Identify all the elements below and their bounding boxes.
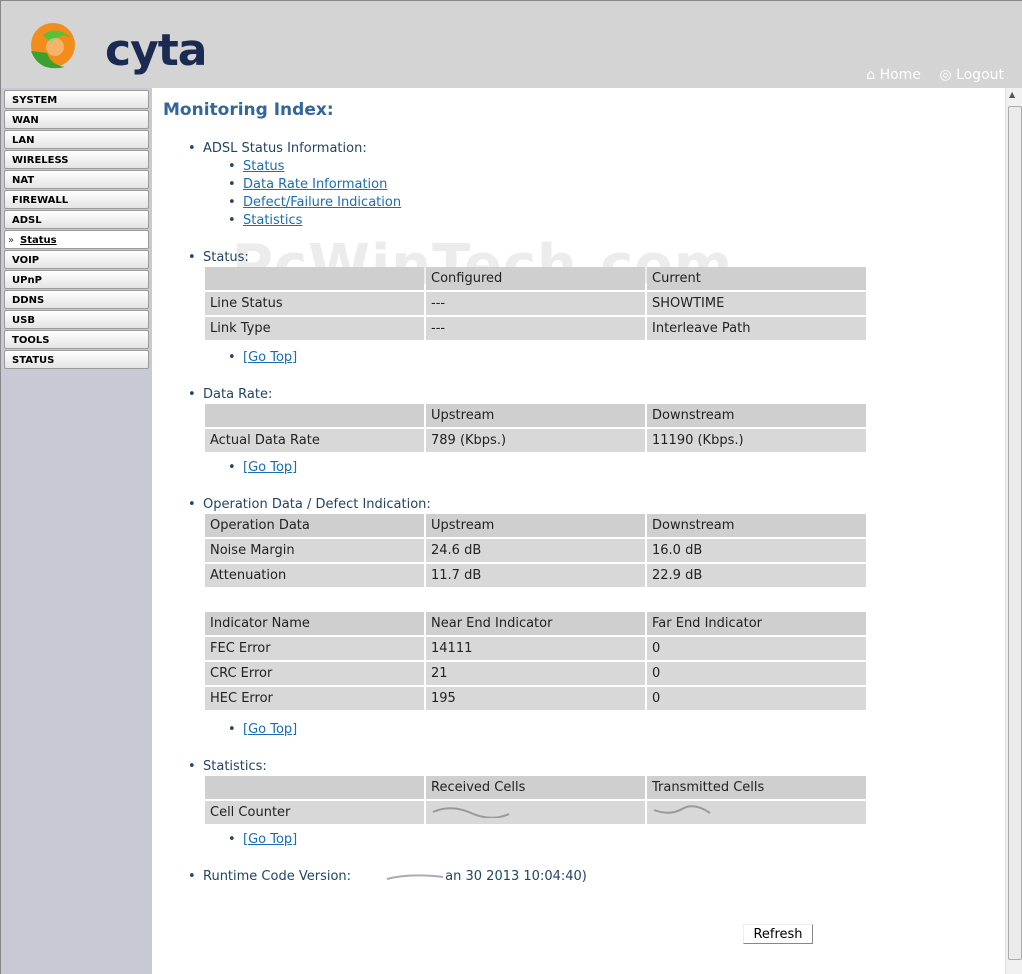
redacted-scribble-icon bbox=[386, 873, 444, 880]
sidebar-menu: SYSTEM WAN LAN WIRELESS NAT FIREWALL ADS… bbox=[0, 88, 152, 974]
table-row: Attenuation 11.7 dB 22.9 dB bbox=[205, 564, 866, 587]
status-table: Configured Current Line Status --- SHOWT… bbox=[203, 265, 868, 342]
redacted-scribble-icon bbox=[432, 806, 510, 819]
link-defect-failure[interactable]: Defect/Failure Indication bbox=[243, 195, 401, 210]
sidebar-item-wan[interactable]: WAN bbox=[4, 110, 149, 129]
sidebar-item-voip[interactable]: VOIP bbox=[4, 250, 149, 269]
vertical-scrollbar[interactable]: ▲ bbox=[1005, 88, 1022, 974]
statistics-table: Received Cells Transmitted Cells Cell Co… bbox=[203, 774, 868, 826]
go-top-status: • [Go Top] bbox=[228, 350, 298, 365]
logout-link[interactable]: ◎ Logout bbox=[939, 67, 1004, 83]
data-rate-heading: • Data Rate: bbox=[188, 387, 273, 402]
sidebar-item-ddns[interactable]: DDNS bbox=[4, 290, 149, 309]
cyta-logo: cyta bbox=[25, 15, 207, 77]
sidebar-item-nat[interactable]: NAT bbox=[4, 170, 149, 189]
runtime-label: Runtime Code Version: bbox=[203, 869, 352, 884]
sidebar-item-wireless[interactable]: WIRELESS bbox=[4, 150, 149, 169]
statistics-heading: • Statistics: bbox=[188, 759, 267, 774]
link-statistics[interactable]: Statistics bbox=[243, 213, 302, 228]
table-row: CRC Error 21 0 bbox=[205, 662, 866, 685]
sidebar-item-status[interactable]: STATUS bbox=[4, 350, 149, 369]
link-status[interactable]: Status bbox=[243, 159, 284, 174]
adsl-info-links: • Status • Data Rate Information • Defect/F… bbox=[228, 159, 402, 228]
table-row: FEC Error 14111 0 bbox=[205, 637, 866, 660]
runtime-row: • Runtime Code Version: an 30 2013 10:04:… bbox=[188, 869, 587, 884]
home-icon: ⌂ bbox=[866, 67, 876, 83]
sidebar-item-upnp[interactable]: UPnP bbox=[4, 270, 149, 289]
scroll-thumb[interactable] bbox=[1008, 106, 1022, 960]
redacted-value bbox=[647, 801, 866, 824]
table-row: Actual Data Rate 789 (Kbps.) 11190 (Kbps… bbox=[205, 429, 866, 452]
sidebar-item-system[interactable]: SYSTEM bbox=[4, 90, 149, 109]
go-top-link[interactable]: [Go Top] bbox=[243, 460, 297, 475]
refresh-button[interactable]: Refresh bbox=[743, 924, 813, 944]
sidebar-item-tools[interactable]: TOOLS bbox=[4, 330, 149, 349]
table-row: Noise Margin 24.6 dB 16.0 dB bbox=[205, 539, 866, 562]
status-heading: • Status: bbox=[188, 250, 249, 265]
sidebar-subitem-status[interactable]: » Status bbox=[4, 230, 149, 249]
header-bar: cyta ⌂ Home ◎ Logout bbox=[0, 0, 1022, 88]
table-row: HEC Error 195 0 bbox=[205, 687, 866, 710]
logout-label: Logout bbox=[956, 67, 1004, 83]
redacted-scribble-icon bbox=[653, 804, 711, 814]
sidebar-subitem-label: Status bbox=[20, 235, 57, 246]
redacted-value bbox=[426, 801, 645, 824]
go-top-data-rate: • [Go Top] bbox=[228, 460, 298, 475]
go-top-link[interactable]: [Go Top] bbox=[243, 722, 297, 737]
link-data-rate[interactable]: Data Rate Information bbox=[243, 177, 387, 192]
go-top-link[interactable]: [Go Top] bbox=[243, 350, 297, 365]
table-header-row: Configured Current bbox=[205, 267, 866, 290]
indicator-table: Indicator Name Near End Indicator Far En… bbox=[203, 610, 868, 712]
logo-swirl-icon bbox=[31, 23, 75, 69]
sidebar-item-firewall[interactable]: FIREWALL bbox=[4, 190, 149, 209]
operation-heading: • Operation Data / Defect Indication: bbox=[188, 497, 431, 512]
runtime-value: an 30 2013 10:04:40) bbox=[445, 869, 587, 884]
page-title: Monitoring Index: bbox=[163, 100, 334, 120]
top-links: ⌂ Home ◎ Logout bbox=[852, 67, 1004, 83]
table-header-row: Operation Data Upstream Downstream bbox=[205, 514, 866, 537]
table-header-row: Indicator Name Near End Indicator Far En… bbox=[205, 612, 866, 635]
double-chevron-icon: » bbox=[8, 235, 15, 246]
sidebar-item-adsl[interactable]: ADSL bbox=[4, 210, 149, 229]
table-header-row: Upstream Downstream bbox=[205, 404, 866, 427]
scroll-up-icon[interactable]: ▲ bbox=[1009, 90, 1015, 99]
sidebar-item-usb[interactable]: USB bbox=[4, 310, 149, 329]
power-icon: ◎ bbox=[939, 67, 952, 83]
go-top-statistics: • [Go Top] bbox=[228, 832, 298, 847]
table-row: Line Status --- SHOWTIME bbox=[205, 292, 866, 315]
home-link[interactable]: ⌂ Home bbox=[866, 67, 925, 83]
main-content: PcWinTech.com Monitoring Index: • ADSL St… bbox=[152, 88, 1006, 974]
home-label: Home bbox=[879, 67, 921, 83]
sidebar-item-lan[interactable]: LAN bbox=[4, 130, 149, 149]
go-top-operation: • [Go Top] bbox=[228, 722, 298, 737]
data-rate-table: Upstream Downstream Actual Data Rate 789… bbox=[203, 402, 868, 454]
go-top-link[interactable]: [Go Top] bbox=[243, 832, 297, 847]
table-header-row: Received Cells Transmitted Cells bbox=[205, 776, 866, 799]
brand-name: cyta bbox=[105, 25, 207, 76]
table-row: Link Type --- Interleave Path bbox=[205, 317, 866, 340]
operation-table: Operation Data Upstream Downstream Noise… bbox=[203, 512, 868, 589]
table-row: Cell Counter bbox=[205, 801, 866, 824]
adsl-info-heading: • ADSL Status Information: bbox=[188, 141, 367, 156]
